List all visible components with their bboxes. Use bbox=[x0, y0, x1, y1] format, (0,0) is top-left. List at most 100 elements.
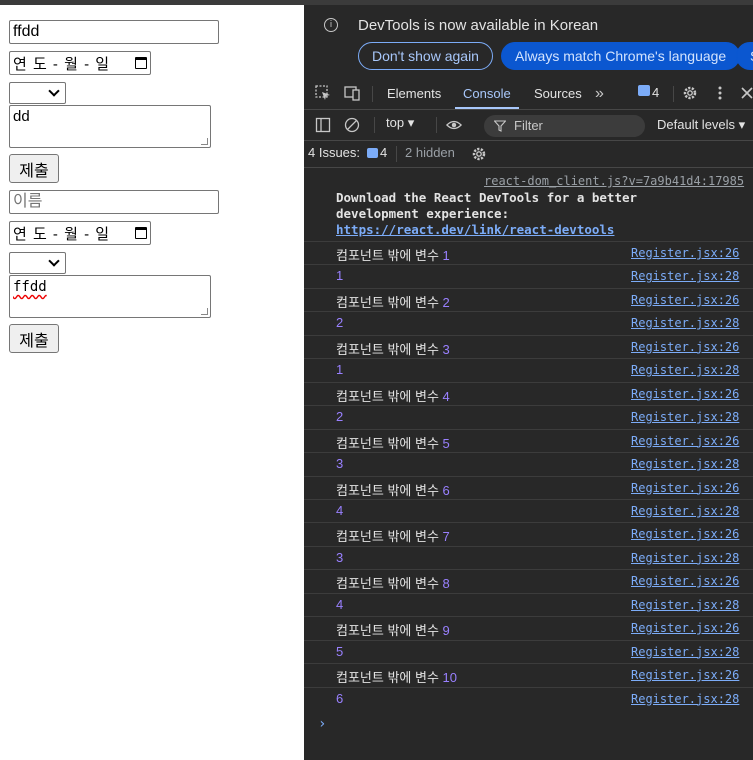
log-source-link[interactable]: Register.jsx:26 bbox=[631, 481, 739, 495]
log-source-link[interactable]: Register.jsx:26 bbox=[631, 293, 739, 307]
chevron-down-icon bbox=[48, 255, 60, 267]
messages-count[interactable]: 4 bbox=[652, 85, 659, 100]
log-text: 컴포넌트 밖에 변수 bbox=[336, 248, 443, 263]
log-value: 8 bbox=[442, 576, 450, 592]
log-levels-dropdown[interactable]: Default levels ▾ bbox=[657, 117, 745, 133]
calendar-icon[interactable] bbox=[135, 57, 147, 69]
react-notice-source-link[interactable]: react-dom_client.js?v=7a9b41d4:17985 bbox=[484, 174, 744, 188]
resize-grip-icon[interactable] bbox=[201, 138, 208, 145]
country-select[interactable] bbox=[9, 82, 66, 104]
birth-date-input-2[interactable]: 연 도 - 월 - 일 bbox=[9, 221, 151, 245]
log-source-link[interactable]: Register.jsx:28 bbox=[631, 504, 739, 518]
log-value: 5 bbox=[336, 643, 344, 659]
log-value: 2 bbox=[336, 409, 344, 425]
resize-grip-icon[interactable] bbox=[201, 308, 208, 315]
log-source-link[interactable]: Register.jsx:26 bbox=[631, 574, 739, 588]
react-devtools-link[interactable]: https://react.dev/link/react-devtools bbox=[336, 222, 614, 237]
page-content: 연 도 - 월 - 일 dd 제출 연 도 - 월 - 일 ffdd 제출 bbox=[0, 5, 304, 760]
log-source-link[interactable]: Register.jsx:26 bbox=[631, 621, 739, 635]
log-value: 9 bbox=[442, 623, 450, 639]
country-select-2[interactable] bbox=[9, 252, 66, 274]
log-message: 컴포넌트 밖에 변수 4 bbox=[336, 386, 450, 405]
hidden-issues-label[interactable]: 2 hidden bbox=[405, 145, 455, 160]
tab-sources[interactable]: Sources bbox=[534, 77, 582, 109]
tab-elements[interactable]: Elements bbox=[387, 77, 441, 109]
console-log-row: 3 Register.jsx:28 bbox=[304, 545, 753, 569]
bio-textarea-2[interactable]: ffdd bbox=[9, 275, 211, 318]
log-message: 1 bbox=[336, 268, 343, 283]
log-value: 10 bbox=[442, 670, 457, 686]
react-devtools-notice: Download the React DevTools for a better… bbox=[336, 190, 686, 238]
log-source-link[interactable]: Register.jsx:28 bbox=[631, 645, 739, 659]
log-source-link[interactable]: Register.jsx:26 bbox=[631, 387, 739, 401]
log-source-link[interactable]: Register.jsx:26 bbox=[631, 668, 739, 682]
infobar-message: DevTools is now available in Korean bbox=[358, 17, 599, 34]
console-log-row: 컴포넌트 밖에 변수 10 Register.jsx:26 bbox=[304, 663, 753, 686]
name-input[interactable] bbox=[9, 20, 219, 44]
filter-funnel-icon bbox=[494, 120, 506, 132]
console-log-row: 컴포넌트 밖에 변수 6 Register.jsx:26 bbox=[304, 475, 753, 499]
log-message: 컴포넌트 밖에 변수 8 bbox=[336, 573, 450, 592]
log-source-link[interactable]: Register.jsx:28 bbox=[631, 692, 739, 706]
device-toolbar-icon[interactable] bbox=[344, 85, 360, 101]
bio-text: dd bbox=[13, 108, 30, 125]
log-source-link[interactable]: Register.jsx:28 bbox=[631, 551, 739, 565]
log-message: 6 bbox=[336, 691, 343, 706]
switch-language-button[interactable]: S bbox=[736, 42, 753, 70]
log-value: 5 bbox=[442, 435, 450, 451]
console-log-row: 컴포넌트 밖에 변수 9 Register.jsx:26 bbox=[304, 616, 753, 639]
console-log-row: 6 Register.jsx:28 bbox=[304, 686, 753, 710]
clear-console-icon[interactable] bbox=[344, 117, 360, 133]
log-source-link[interactable]: Register.jsx:28 bbox=[631, 316, 739, 330]
calendar-icon[interactable] bbox=[135, 227, 147, 239]
devtools-panel: i DevTools is now available in Korean Do… bbox=[304, 5, 753, 760]
dont-show-again-button[interactable]: Don't show again bbox=[358, 42, 493, 70]
toolbar-separator bbox=[436, 117, 437, 133]
close-devtools-icon[interactable] bbox=[739, 85, 753, 101]
match-language-button[interactable]: Always match Chrome's language bbox=[501, 42, 741, 70]
bio-text-2: ffdd bbox=[13, 279, 47, 295]
log-message: 컴포넌트 밖에 변수 1 bbox=[336, 245, 450, 264]
log-source-link[interactable]: Register.jsx:26 bbox=[631, 527, 739, 541]
more-options-icon[interactable] bbox=[712, 85, 728, 101]
issues-count[interactable]: 4 bbox=[380, 145, 387, 160]
live-expression-eye-icon[interactable] bbox=[446, 117, 462, 133]
sidebar-toggle-icon[interactable] bbox=[315, 117, 331, 133]
bio-textarea[interactable]: dd bbox=[9, 105, 211, 148]
date-field-text: 연 도 - 월 - 일 bbox=[13, 55, 111, 73]
log-source-link[interactable]: Register.jsx:26 bbox=[631, 246, 739, 260]
log-text: 컴포넌트 밖에 변수 bbox=[336, 435, 443, 451]
more-tabs-icon[interactable]: » bbox=[595, 77, 604, 109]
log-message: 컴포넌트 밖에 변수 5 bbox=[336, 433, 450, 452]
issues-settings-gear-icon[interactable] bbox=[471, 146, 487, 162]
tab-console[interactable]: Console bbox=[455, 77, 519, 109]
log-source-link[interactable]: Register.jsx:26 bbox=[631, 434, 739, 448]
console-log-row: 4 Register.jsx:28 bbox=[304, 592, 753, 616]
console-log-row: 컴포넌트 밖에 변수 7 Register.jsx:26 bbox=[304, 522, 753, 545]
log-value: 7 bbox=[442, 529, 450, 545]
console-prompt[interactable]: › bbox=[318, 716, 326, 732]
log-source-link[interactable]: Register.jsx:28 bbox=[631, 457, 739, 471]
log-text: 컴포넌트 밖에 변수 bbox=[336, 529, 443, 545]
inspect-element-icon[interactable] bbox=[315, 85, 331, 101]
submit-button-2[interactable]: 제출 bbox=[9, 324, 59, 353]
filter-input[interactable]: Filter bbox=[484, 115, 645, 137]
log-message: 컴포넌트 밖에 변수 6 bbox=[336, 480, 450, 499]
console-log-row: 2 Register.jsx:28 bbox=[304, 405, 753, 428]
log-message: 컴포넌트 밖에 변수 2 bbox=[336, 292, 450, 311]
log-message: 컴포넌트 밖에 변수 3 bbox=[336, 339, 450, 358]
log-source-link[interactable]: Register.jsx:28 bbox=[631, 598, 739, 612]
name-input-2[interactable] bbox=[9, 190, 219, 214]
console-log-row: 컴포넌트 밖에 변수 8 Register.jsx:26 bbox=[304, 569, 753, 592]
log-source-link[interactable]: Register.jsx:26 bbox=[631, 340, 739, 354]
console-log-row: 컴포넌트 밖에 변수 1 Register.jsx:26 bbox=[304, 241, 753, 264]
log-source-link[interactable]: Register.jsx:28 bbox=[631, 410, 739, 424]
birth-date-input[interactable]: 연 도 - 월 - 일 bbox=[9, 51, 151, 75]
log-message: 3 bbox=[336, 550, 343, 565]
log-source-link[interactable]: Register.jsx:28 bbox=[631, 363, 739, 377]
log-source-link[interactable]: Register.jsx:28 bbox=[631, 269, 739, 283]
log-text: 컴포넌트 밖에 변수 bbox=[336, 482, 443, 498]
settings-gear-icon[interactable] bbox=[682, 85, 698, 101]
context-selector[interactable]: top ▾ bbox=[386, 115, 414, 131]
submit-button[interactable]: 제출 bbox=[9, 154, 59, 183]
